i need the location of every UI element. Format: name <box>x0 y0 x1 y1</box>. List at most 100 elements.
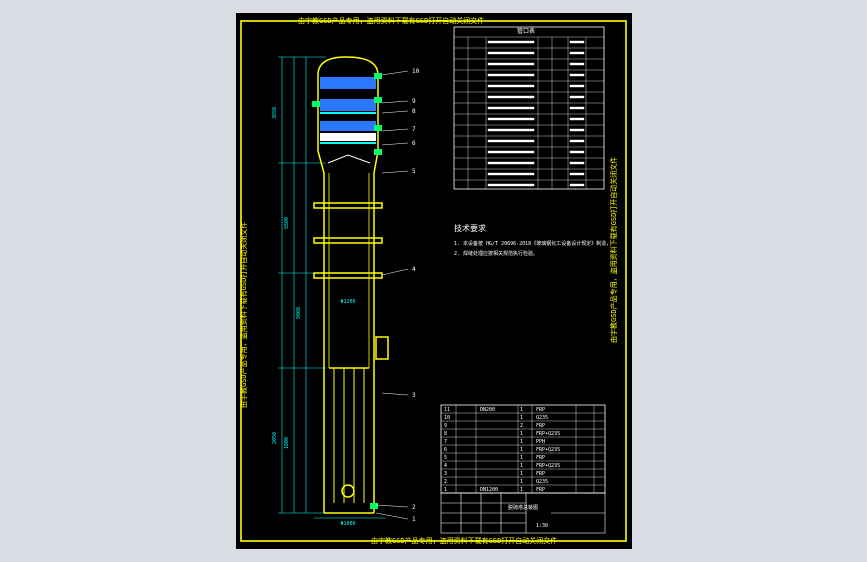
part-callouts: 10 9 8 7 6 5 4 3 2 1 <box>412 68 420 523</box>
drawing-frame <box>240 20 627 542</box>
parts-cell-qty: 1 <box>520 447 523 453</box>
nozzle-table-text <box>487 150 535 154</box>
nozzle-table-text <box>569 40 585 44</box>
parts-cell-no: 10 <box>444 415 450 421</box>
nozzle-table-text <box>487 95 535 99</box>
parts-cell-no: 4 <box>444 463 447 469</box>
nozzle-table-text <box>487 40 535 44</box>
parts-cell-no: 2 <box>444 479 447 485</box>
dimension-label: 3650 <box>272 107 278 119</box>
dimension-label: Φ1000 <box>340 521 355 527</box>
dimension-label: 2050 <box>272 432 278 444</box>
part-callout: 5 <box>412 168 416 175</box>
title-block <box>440 492 606 534</box>
notes-line-1: 1. 本设备按 HG/T 20696-2018《玻璃钢化工设备设计规定》制造， <box>454 240 611 247</box>
nozzle-table-text <box>569 117 585 121</box>
parts-cell-no: 7 <box>444 439 447 445</box>
nozzle-table: 管口表 <box>453 26 605 190</box>
nozzle-table-text <box>487 183 535 187</box>
parts-cell-mat: FRP <box>536 423 545 429</box>
part-callout: 10 <box>412 68 420 75</box>
technical-notes: 技术要求 1. 本设备按 HG/T 20696-2018《玻璃钢化工设备设计规定… <box>454 223 611 257</box>
part-callout: 3 <box>412 392 416 399</box>
parts-cell-qty: 1 <box>520 463 523 469</box>
parts-cell-mat: FRP <box>536 407 545 413</box>
nozzle-table-text <box>487 117 535 121</box>
watermark-top: 由宇教GSD产品专用，盗用资料下载有GSD打开自动关闭文件 <box>298 16 484 25</box>
dimension-label: 1000 <box>284 437 290 449</box>
parts-cell-no: 5 <box>444 455 447 461</box>
nozzle-table-text <box>569 73 585 77</box>
drawing-sheet[interactable]: 由宇教GSD产品专用，盗用资料下载有GSD打开自动关闭文件 由宇教GSD产品专用… <box>236 13 632 549</box>
parts-cell-no: 1 <box>444 487 447 493</box>
title-block-scale: 1:30 <box>536 523 548 529</box>
nozzle-table-text <box>569 161 585 165</box>
parts-cell-no: 8 <box>444 431 447 437</box>
parts-cell-no: 6 <box>444 447 447 453</box>
title-block-name: 脱硫塔总装图 <box>508 504 538 511</box>
nozzle-table-text <box>569 128 585 132</box>
dimension-label: Φ1200 <box>340 299 355 305</box>
parts-cell-code: DN1200 <box>480 487 498 493</box>
nozzle-table-title: 管口表 <box>517 27 535 35</box>
nozzle-table-text <box>487 106 535 110</box>
part-callout: 8 <box>412 108 416 115</box>
nozzle-table-text <box>487 139 535 143</box>
parts-cell-qty: 1 <box>520 407 523 413</box>
parts-cell-qty: 1 <box>520 479 523 485</box>
nozzle-table-text <box>569 150 585 154</box>
nozzle-table-text <box>487 172 535 176</box>
parts-cell-mat: FRP+Q235 <box>536 463 560 469</box>
parts-cell-mat: FRP <box>536 487 545 493</box>
parts-cell-qty: 2 <box>520 423 523 429</box>
dimension-label: 5500 <box>284 217 290 229</box>
nozzle-table-text <box>487 62 535 66</box>
parts-cell-mat: FRP <box>536 471 545 477</box>
nozzle-table-text <box>487 128 535 132</box>
watermark-left: 由宇教GSD产品专用，盗用资料下载有GSD打开自动关闭文件 <box>239 222 248 408</box>
nozzle-table-text <box>569 139 585 143</box>
nozzle-table-text <box>569 95 585 99</box>
parts-cell-mat: Q235 <box>536 415 548 421</box>
nozzle-table-text <box>569 172 585 176</box>
notes-line-2: 2. 焊缝处理应按相关规范执行检验。 <box>454 250 538 257</box>
nozzle-table-text <box>487 161 535 165</box>
notes-title: 技术要求 <box>454 223 486 233</box>
parts-cell-no: 9 <box>444 423 447 429</box>
tower-assembly-drawing: 由宇教GSD产品专用，盗用资料下载有GSD打开自动关闭文件 由宇教GSD产品专用… <box>239 16 627 545</box>
part-callout: 7 <box>412 126 416 133</box>
parts-cell-mat: FRP+Q235 <box>536 447 560 453</box>
nozzle-table-text <box>569 62 585 66</box>
parts-cell-code: DN200 <box>480 407 495 413</box>
parts-cell-qty: 1 <box>520 431 523 437</box>
parts-cell-qty: 1 <box>520 415 523 421</box>
dimension-label: 9000 <box>296 307 302 319</box>
parts-cell-mat: FRP+Q235 <box>536 431 560 437</box>
parts-cell-mat: Q235 <box>536 479 548 485</box>
nozzle-table-text <box>487 84 535 88</box>
cad-viewport[interactable]: 由宇教GSD产品专用，盗用资料下载有GSD打开自动关闭文件 由宇教GSD产品专用… <box>0 0 867 562</box>
part-callout: 9 <box>412 98 416 105</box>
nozzle-table-text <box>569 183 585 187</box>
parts-cell-mat: FRP <box>536 455 545 461</box>
part-callout: 2 <box>412 504 416 511</box>
nozzle-table-text <box>569 106 585 110</box>
callout-leaders <box>375 70 409 520</box>
nozzle-table-text <box>569 84 585 88</box>
watermark-right: 由宇教GSD产品专用，盗用资料下载有GSD打开自动关闭文件 <box>609 157 618 343</box>
packing-layers <box>320 77 376 144</box>
parts-table: 11 DN200 1 FRP10 1 Q2359 2 FRP8 1 FRP+Q2357 1 PPH6 1… <box>440 404 606 494</box>
watermark-bottom: 由宇教GSD产品专用，盗用资料下载有GSD打开自动关闭文件 <box>371 536 557 545</box>
parts-cell-no: 11 <box>444 407 450 413</box>
part-callout: 1 <box>412 516 416 523</box>
part-callout: 6 <box>412 140 416 147</box>
dimension-labels: 3650 5500 9000 2050 1000 Φ1200 Φ1000 <box>272 107 356 527</box>
parts-cell-qty: 1 <box>520 471 523 477</box>
parts-cell-qty: 1 <box>520 439 523 445</box>
parts-cell-qty: 1 <box>520 455 523 461</box>
nozzle-table-text <box>487 73 535 77</box>
parts-cell-no: 3 <box>444 471 447 477</box>
parts-cell-mat: PPH <box>536 439 545 445</box>
part-callout: 4 <box>412 266 416 273</box>
nozzle-table-text <box>569 51 585 55</box>
